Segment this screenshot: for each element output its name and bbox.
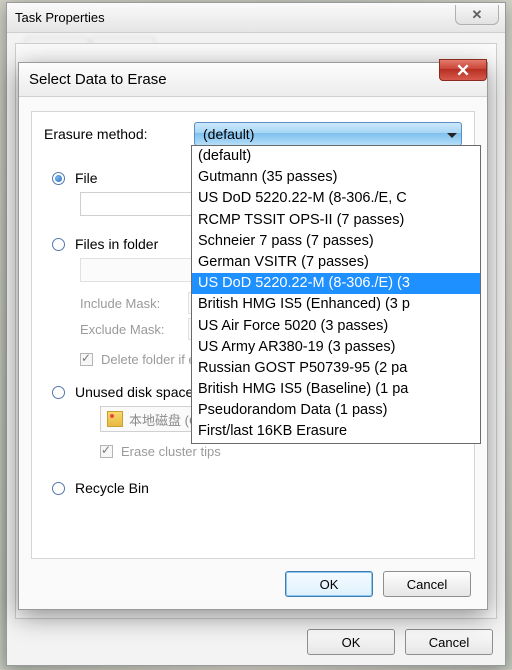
inner-titlebar[interactable]: Select Data to Erase <box>19 63 487 97</box>
erasure-method-label: Erasure method: <box>44 126 194 142</box>
include-mask-label: Include Mask: <box>80 296 188 311</box>
erasure-method-option[interactable]: Pseudorandom Data (1 pass) <box>192 400 480 421</box>
cluster-tips-checkbox[interactable]: Erase cluster tips <box>121 444 221 459</box>
drive-icon <box>107 411 123 427</box>
target-recycle-radio[interactable]: Recycle Bin <box>52 474 462 502</box>
erasure-method-option[interactable]: British HMG IS5 (Enhanced) (3 p <box>192 294 480 315</box>
erasure-method-value: (default) <box>203 126 254 142</box>
erasure-method-option[interactable]: Schneier 7 pass (7 passes) <box>192 231 480 252</box>
erasure-method-option[interactable]: US Air Force 5020 (3 passes) <box>192 316 480 337</box>
target-folder-label: Files in folder <box>75 236 158 252</box>
close-icon: ✕ <box>472 7 483 23</box>
select-data-dialog: Select Data to Erase Erasure method: (de… <box>18 62 488 610</box>
erasure-method-option[interactable]: German VSITR (7 passes) <box>192 252 480 273</box>
outer-close-button[interactable]: ✕ <box>455 5 499 25</box>
checkbox-icon <box>100 445 113 458</box>
checkbox-icon <box>80 353 93 366</box>
erasure-method-option[interactable]: Gutmann (35 passes) <box>192 167 480 188</box>
erasure-method-option[interactable]: Russian GOST P50739-95 (2 pa <box>192 358 480 379</box>
outer-title: Task Properties <box>15 10 105 25</box>
exclude-mask-label: Exclude Mask: <box>80 322 188 337</box>
inner-title: Select Data to Erase <box>29 71 167 88</box>
erasure-method-option[interactable]: US DoD 5220.22-M (8-306./E) (3 <box>192 273 480 294</box>
close-icon <box>456 63 470 77</box>
inner-close-button[interactable] <box>439 59 487 81</box>
outer-ok-button[interactable]: OK <box>307 629 395 655</box>
erasure-method-option[interactable]: First/last 16KB Erasure <box>192 421 480 442</box>
radio-icon <box>52 238 65 251</box>
target-unused-label: Unused disk space <box>75 384 193 400</box>
radio-icon <box>52 386 65 399</box>
chevron-down-icon <box>447 126 457 142</box>
erasure-method-option[interactable]: (default) <box>192 146 480 167</box>
target-recycle-label: Recycle Bin <box>75 480 149 496</box>
radio-icon <box>52 482 65 495</box>
inner-cancel-button[interactable]: Cancel <box>383 571 471 597</box>
outer-titlebar[interactable]: Task Properties ✕ <box>7 3 505 33</box>
erasure-method-option[interactable]: British HMG IS5 (Baseline) (1 pa <box>192 379 480 400</box>
erasure-method-option[interactable]: US DoD 5220.22-M (8-306./E, C <box>192 188 480 209</box>
radio-icon <box>52 172 65 185</box>
erasure-method-option[interactable]: RCMP TSSIT OPS-II (7 passes) <box>192 210 480 231</box>
erasure-method-option[interactable]: US Army AR380-19 (3 passes) <box>192 337 480 358</box>
erasure-method-combo[interactable]: (default) <box>194 122 462 146</box>
target-file-label: File <box>75 170 98 186</box>
erasure-method-dropdown[interactable]: (default)Gutmann (35 passes)US DoD 5220.… <box>191 145 481 444</box>
outer-cancel-button[interactable]: Cancel <box>405 629 493 655</box>
inner-ok-button[interactable]: OK <box>285 571 373 597</box>
